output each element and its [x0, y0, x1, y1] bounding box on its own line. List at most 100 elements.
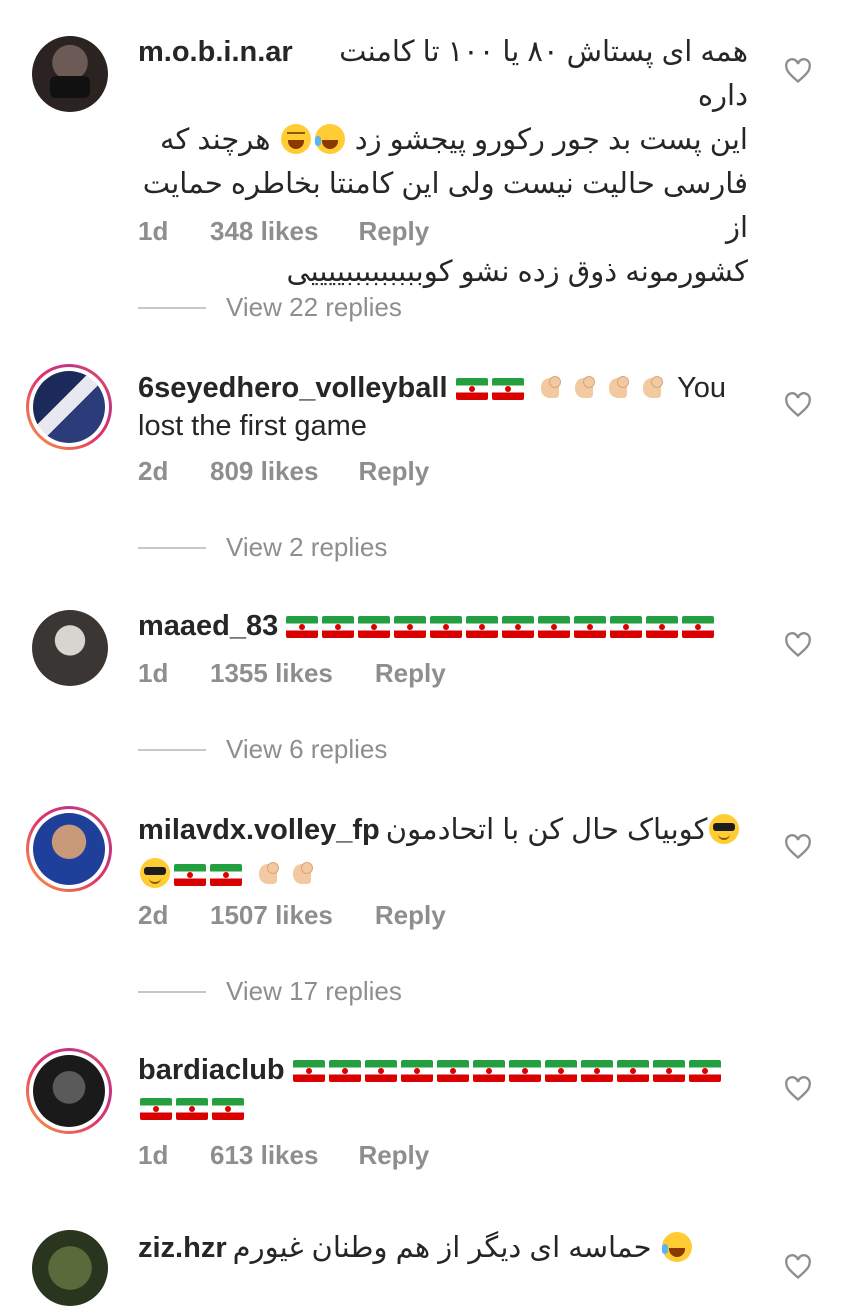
avatar[interactable] [32, 36, 108, 112]
view-replies-button[interactable]: View 2 replies [138, 532, 387, 563]
iran-flag-icon [466, 616, 499, 638]
view-replies-label: View 6 replies [226, 734, 388, 764]
iran-flag-icon [491, 378, 524, 400]
iran-flag-icon [610, 616, 643, 638]
iran-flag-icon [286, 616, 319, 638]
avatar[interactable] [32, 1230, 108, 1306]
avatar[interactable] [26, 806, 112, 892]
flexed-biceps-icon [639, 374, 667, 402]
iran-flag-icon [508, 1060, 541, 1082]
comment-text-line: حماسه ای دیگر از هم وطنان غیورم [232, 1232, 652, 1264]
comment-text: milavdx.volley_fp کوبیاک حال کن با اتحادم… [138, 808, 748, 896]
iran-flag-icon [436, 1060, 469, 1082]
view-replies-label: View 22 replies [226, 292, 402, 322]
iran-flag-icon [538, 616, 571, 638]
iran-flag-icon [322, 616, 355, 638]
iran-flag-icon [580, 1060, 613, 1082]
iran-flag-icon [364, 1060, 397, 1082]
comment-text: 6seyedhero_volleyball You lost the first… [138, 366, 748, 448]
likes-count[interactable]: 1507 likes [210, 900, 333, 931]
comment-time: 1d [138, 1140, 169, 1170]
iran-flag-icon [212, 1098, 244, 1120]
like-heart-icon[interactable] [784, 834, 812, 860]
iran-flag-icon [646, 616, 679, 638]
laughing-face-icon [280, 124, 311, 154]
comment-time: 2d [138, 900, 169, 930]
comment-text-line: هرچند که [159, 124, 271, 156]
iran-flag-icon [455, 378, 488, 400]
comment-username[interactable]: maaed_83 [138, 610, 278, 642]
comment-text: ziz.hzr حماسه ای دیگر از هم وطنان غیورم [138, 1226, 748, 1270]
comment-text-line: You [677, 372, 727, 404]
comment-text: m.o.b.i.n.ar همه ای پستاش ۸۰ یا ۱۰۰ تا کا… [138, 30, 748, 294]
like-heart-icon[interactable] [784, 1076, 812, 1102]
reply-button[interactable]: Reply [358, 456, 429, 487]
likes-count[interactable]: 1355 likes [210, 658, 333, 689]
iran-flag-icon [616, 1060, 649, 1082]
likes-count[interactable]: 809 likes [210, 456, 318, 487]
comment-username[interactable]: 6seyedhero_volleyball [138, 372, 448, 404]
comment-text: maaed_83 [138, 604, 748, 648]
divider [138, 990, 206, 993]
iran-flag-icon [400, 1060, 433, 1082]
view-replies-button[interactable]: View 22 replies [138, 292, 402, 323]
iran-flag-icon [358, 616, 391, 638]
comment-time: 2d [138, 456, 169, 486]
flexed-biceps-icon [571, 374, 599, 402]
comment-text-line: کوبیاک حال کن با اتحادمون [385, 814, 708, 846]
iran-flag-icon [292, 1060, 325, 1082]
comment-time: 1d [138, 658, 169, 688]
iran-flag-icon [472, 1060, 505, 1082]
avatar[interactable] [26, 364, 112, 450]
view-replies-button[interactable]: View 6 replies [138, 734, 387, 765]
avatar[interactable] [32, 610, 108, 686]
iran-flag-icon [652, 1060, 685, 1082]
view-replies-label: View 2 replies [226, 532, 388, 562]
iran-flag-icon [176, 1098, 208, 1120]
like-heart-icon[interactable] [784, 1254, 812, 1280]
iran-flag-icon [174, 864, 206, 886]
avatar[interactable] [26, 1048, 112, 1134]
flexed-biceps-icon [255, 860, 283, 888]
comment-username[interactable]: m.o.b.i.n.ar [138, 30, 293, 74]
like-heart-icon[interactable] [784, 58, 812, 84]
iran-flag-icon [328, 1060, 361, 1082]
comment-time: 1d [138, 216, 169, 246]
view-replies-button[interactable]: View 17 replies [138, 976, 402, 1007]
comment-username[interactable]: ziz.hzr [138, 1232, 227, 1264]
likes-count[interactable]: 613 likes [210, 1140, 318, 1171]
divider [138, 306, 206, 309]
iran-flag-icon [544, 1060, 577, 1082]
comment-text: bardiaclub [138, 1048, 748, 1130]
view-replies-label: View 17 replies [226, 976, 402, 1006]
iran-flag-icon [688, 1060, 721, 1082]
iran-flag-icon [210, 864, 242, 886]
like-heart-icon[interactable] [784, 632, 812, 658]
divider [138, 546, 206, 549]
tears-of-joy-icon [314, 124, 345, 154]
iran-flag-icon [430, 616, 463, 638]
comment-username[interactable]: milavdx.volley_fp [138, 814, 380, 846]
comment-username[interactable]: bardiaclub [138, 1054, 285, 1086]
iran-flag-icon [140, 1098, 172, 1120]
comment-text-line: همه ای پستاش ۸۰ یا ۱۰۰ تا کامنت داره [339, 36, 748, 112]
sunglasses-face-icon [140, 858, 170, 888]
reply-button[interactable]: Reply [358, 1140, 429, 1171]
comment-text-line: lost the first game [138, 410, 367, 442]
like-heart-icon[interactable] [784, 392, 812, 418]
iran-flag-icon [394, 616, 427, 638]
iran-flag-icon [574, 616, 607, 638]
flexed-biceps-icon [537, 374, 565, 402]
divider [138, 748, 206, 751]
flexed-biceps-icon [289, 860, 317, 888]
comment-text-line: کشورمونه ذوق زده نشو کوبببببببببییییی [286, 256, 748, 288]
reply-button[interactable]: Reply [375, 658, 446, 689]
reply-button[interactable]: Reply [358, 216, 429, 247]
reply-button[interactable]: Reply [375, 900, 446, 931]
iran-flag-icon [682, 616, 715, 638]
sunglasses-face-icon [709, 814, 740, 844]
flexed-biceps-icon [605, 374, 633, 402]
tears-of-joy-icon [661, 1232, 692, 1262]
comment-text-line: این پست بد جور رکورو پیجشو زد [354, 124, 748, 156]
likes-count[interactable]: 348 likes [210, 216, 318, 247]
